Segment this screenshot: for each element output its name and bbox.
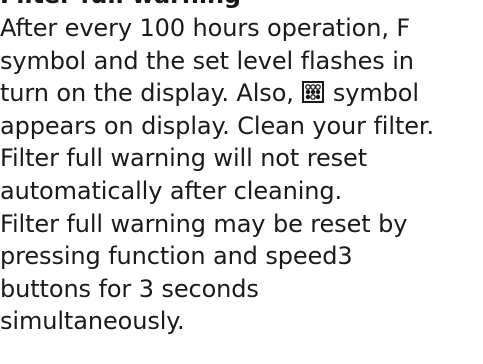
- manual-page: Filter full warning After every 100 hour…: [0, 0, 483, 364]
- filter-grid-icon: [302, 79, 325, 104]
- text-line-7: Filter full warning may be reset by: [0, 209, 408, 238]
- paragraph: After every 100 hours operation, F symbo…: [0, 12, 483, 338]
- text-line-4: appears on display. Clean your filter.: [0, 111, 435, 140]
- text-line-5: Filter full warning will not reset: [0, 144, 368, 173]
- text-line-1: After every 100 hours operation, F: [0, 14, 411, 42]
- text-line-3-start: turn on the display. Also,: [0, 79, 294, 108]
- text-line-3: turn on the display. Also, symbol: [0, 77, 483, 110]
- text-line-9: buttons for 3 seconds: [0, 274, 259, 303]
- text-line-2: symbol and the set level flashes in: [0, 46, 414, 75]
- text-line-3-end: symbol: [332, 79, 419, 108]
- text-line-8: pressing function and speed3: [0, 242, 353, 271]
- text-line-10: simultaneously.: [0, 307, 185, 336]
- text-line-6: automatically after cleaning.: [0, 176, 343, 205]
- section-heading: Filter full warning: [0, 0, 241, 9]
